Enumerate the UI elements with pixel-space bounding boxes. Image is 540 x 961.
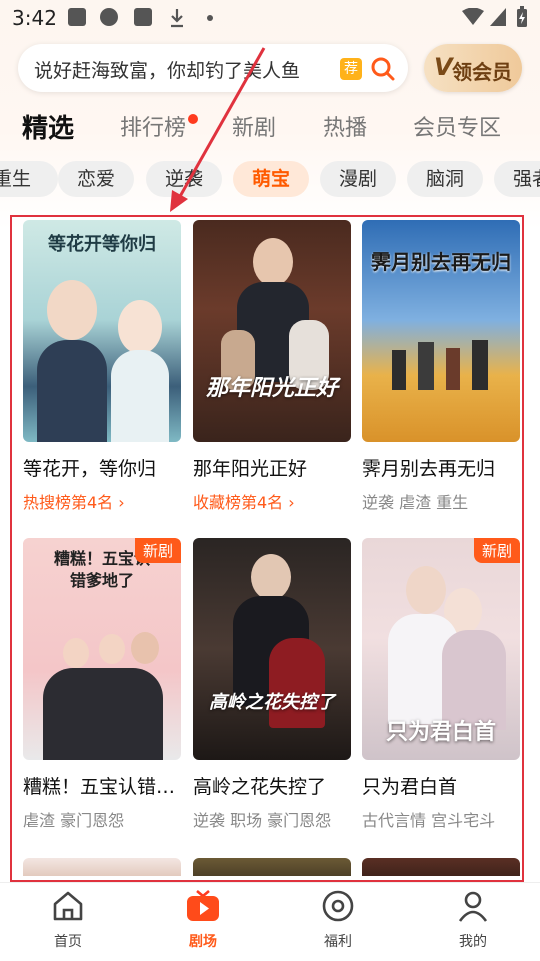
tab-vip-zone[interactable]: 会员专区 xyxy=(413,110,501,142)
home-icon xyxy=(53,891,83,921)
nav-welfare-label: 福利 xyxy=(324,934,352,950)
signal-icon xyxy=(490,8,506,26)
nav-profile[interactable]: 我的 xyxy=(433,889,513,951)
search-bar[interactable]: 说好赶海致富，你却钓了美人鱼 荐 xyxy=(18,44,408,92)
chip-fantasy[interactable]: 脑洞 xyxy=(407,161,483,197)
vip-button[interactable]: V 领会员 xyxy=(424,44,522,92)
category-chips: 重生 恋爱 逆袭 萌宝 漫剧 脑洞 强者 xyxy=(0,161,540,199)
battery-icon xyxy=(517,6,527,27)
nav-home[interactable]: 首页 xyxy=(28,889,108,951)
chip-rebirth[interactable]: 重生 xyxy=(0,161,58,197)
tab-featured[interactable]: 精选 xyxy=(22,108,74,145)
nav-profile-label: 我的 xyxy=(459,934,487,950)
app-icon xyxy=(134,8,152,26)
nav-theater[interactable]: 剧场 xyxy=(163,889,243,951)
chip-cute-baby[interactable]: 萌宝 xyxy=(233,161,309,197)
nav-theater-label: 剧场 xyxy=(189,934,217,950)
top-tabs: 精选 排行榜 新剧 热播 会员专区 xyxy=(0,110,540,154)
chip-comeback[interactable]: 逆袭 xyxy=(146,161,222,197)
chip-strong[interactable]: 强者 xyxy=(494,161,540,197)
nav-home-label: 首页 xyxy=(54,934,82,950)
nav-welfare[interactable]: 福利 xyxy=(298,889,378,951)
search-icon[interactable] xyxy=(370,56,396,82)
download-icon xyxy=(171,9,183,28)
tab-ranking[interactable]: 排行榜 xyxy=(120,110,199,142)
status-time: 3:42 xyxy=(12,6,57,30)
vip-v-icon: V xyxy=(434,53,453,81)
user-icon xyxy=(458,891,488,922)
highlight-box xyxy=(10,215,524,882)
play-tv-icon xyxy=(187,890,219,921)
chip-comic[interactable]: 漫剧 xyxy=(320,161,396,197)
wifi-icon xyxy=(462,8,484,25)
tab-new[interactable]: 新剧 xyxy=(232,110,276,142)
search-placeholder: 说好赶海致富，你却钓了美人鱼 xyxy=(34,60,301,82)
notification-dot-icon xyxy=(207,15,213,21)
welfare-icon xyxy=(322,890,354,922)
headphones-icon xyxy=(100,8,118,26)
bottom-nav: 首页 剧场 福利 我的 xyxy=(0,882,540,961)
status-bar: 3:42 xyxy=(0,0,540,36)
chip-romance[interactable]: 恋爱 xyxy=(58,161,134,197)
unread-dot-icon xyxy=(188,114,199,124)
image-icon xyxy=(68,8,86,26)
vip-label: 领会员 xyxy=(452,60,512,84)
tab-ranking-label: 排行榜 xyxy=(120,116,187,141)
recommend-tag: 荐 xyxy=(340,58,362,80)
tab-hot[interactable]: 热播 xyxy=(323,110,367,142)
